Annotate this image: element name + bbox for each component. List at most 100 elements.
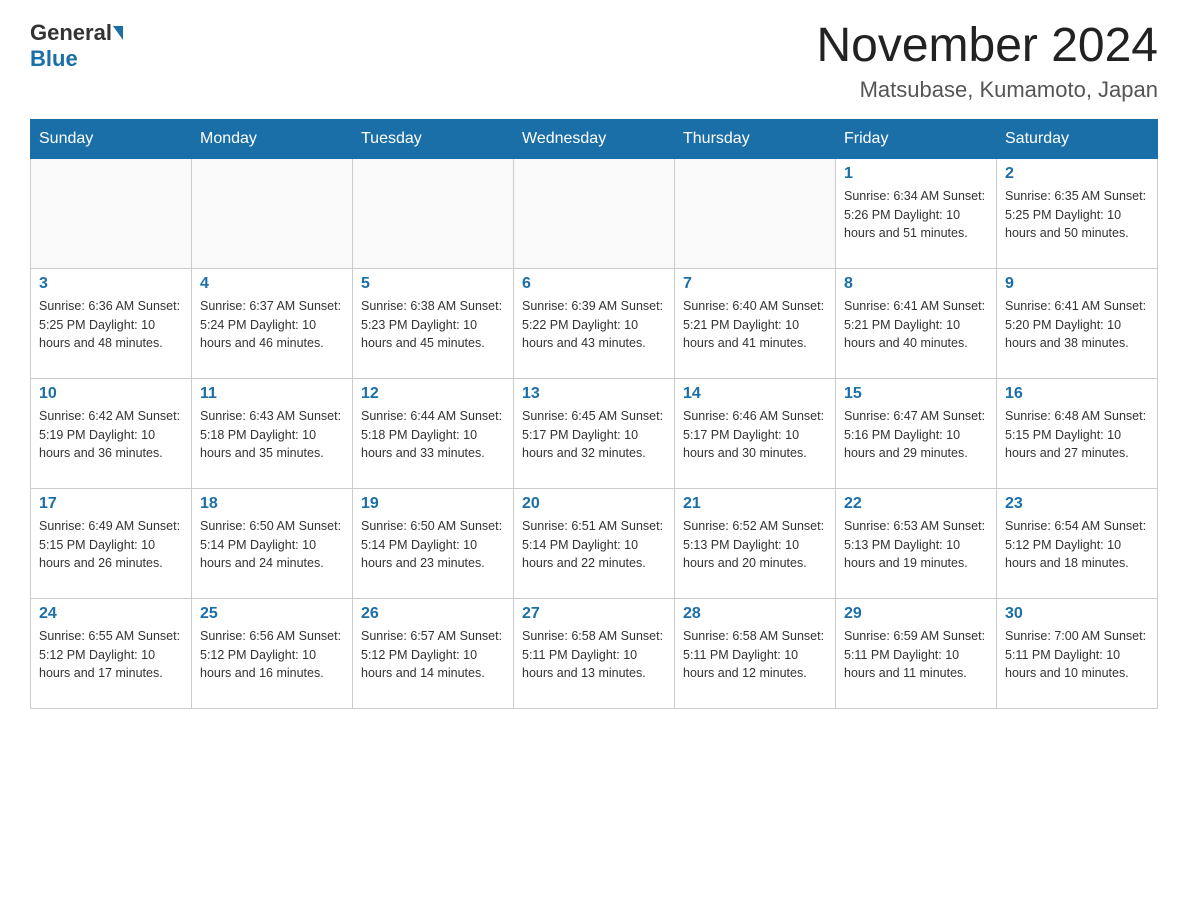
col-header-monday: Monday bbox=[192, 119, 353, 158]
day-cell: 13Sunrise: 6:45 AM Sunset: 5:17 PM Dayli… bbox=[514, 378, 675, 488]
day-cell: 15Sunrise: 6:47 AM Sunset: 5:16 PM Dayli… bbox=[836, 378, 997, 488]
day-number: 27 bbox=[522, 605, 666, 623]
location-text: Matsubase, Kumamoto, Japan bbox=[816, 77, 1158, 103]
day-number: 18 bbox=[200, 495, 344, 513]
week-row-1: 1 Sunrise: 6:34 AM Sunset: 5:26 PM Daylig… bbox=[31, 158, 1158, 268]
day-number: 10 bbox=[39, 385, 183, 403]
day-number: 29 bbox=[844, 605, 988, 623]
col-header-friday: Friday bbox=[836, 119, 997, 158]
day-cell: 1 Sunrise: 6:34 AM Sunset: 5:26 PM Daylig… bbox=[836, 158, 997, 268]
day-cell: 26 Sunrise: 6:57 AM Sunset: 5:12 PM Dayli… bbox=[353, 598, 514, 708]
day-info: Sunrise: 6:50 AM Sunset: 5:14 PM Dayligh… bbox=[200, 517, 344, 573]
day-info: Sunrise: 6:52 AM Sunset: 5:13 PM Dayligh… bbox=[683, 517, 827, 573]
day-info: Sunrise: 6:43 AM Sunset: 5:18 PM Dayligh… bbox=[200, 407, 344, 463]
col-header-tuesday: Tuesday bbox=[353, 119, 514, 158]
page-header: General Blue November 2024 Matsubase, Ku… bbox=[30, 20, 1158, 103]
day-number: 17 bbox=[39, 495, 183, 513]
day-cell bbox=[31, 158, 192, 268]
title-section: November 2024 Matsubase, Kumamoto, Japan bbox=[816, 20, 1158, 103]
day-info: Sunrise: 6:49 AM Sunset: 5:15 PM Dayligh… bbox=[39, 517, 183, 573]
day-number: 25 bbox=[200, 605, 344, 623]
day-number: 16 bbox=[1005, 385, 1149, 403]
day-info: Sunrise: 6:58 AM Sunset: 5:11 PM Dayligh… bbox=[683, 627, 827, 683]
day-info: Sunrise: 6:44 AM Sunset: 5:18 PM Dayligh… bbox=[361, 407, 505, 463]
day-number: 8 bbox=[844, 275, 988, 293]
day-cell: 22 Sunrise: 6:53 AM Sunset: 5:13 PM Dayli… bbox=[836, 488, 997, 598]
day-cell: 25Sunrise: 6:56 AM Sunset: 5:12 PM Dayli… bbox=[192, 598, 353, 708]
day-info: Sunrise: 6:37 AM Sunset: 5:24 PM Dayligh… bbox=[200, 297, 344, 353]
day-cell: 29 Sunrise: 6:59 AM Sunset: 5:11 PM Dayli… bbox=[836, 598, 997, 708]
day-number: 12 bbox=[361, 385, 505, 403]
calendar-header-row: SundayMondayTuesdayWednesdayThursdayFrid… bbox=[31, 119, 1158, 158]
day-cell: 17 Sunrise: 6:49 AM Sunset: 5:15 PM Dayli… bbox=[31, 488, 192, 598]
day-info: Sunrise: 6:45 AM Sunset: 5:17 PM Dayligh… bbox=[522, 407, 666, 463]
calendar-table: SundayMondayTuesdayWednesdayThursdayFrid… bbox=[30, 119, 1158, 709]
col-header-sunday: Sunday bbox=[31, 119, 192, 158]
week-row-5: 24Sunrise: 6:55 AM Sunset: 5:12 PM Dayli… bbox=[31, 598, 1158, 708]
day-cell: 6 Sunrise: 6:39 AM Sunset: 5:22 PM Daylig… bbox=[514, 268, 675, 378]
day-cell: 24Sunrise: 6:55 AM Sunset: 5:12 PM Dayli… bbox=[31, 598, 192, 708]
day-cell: 20Sunrise: 6:51 AM Sunset: 5:14 PM Dayli… bbox=[514, 488, 675, 598]
day-number: 28 bbox=[683, 605, 827, 623]
logo-arrow-icon bbox=[113, 26, 123, 40]
day-number: 6 bbox=[522, 275, 666, 293]
day-cell: 27 Sunrise: 6:58 AM Sunset: 5:11 PM Dayli… bbox=[514, 598, 675, 708]
day-number: 1 bbox=[844, 165, 988, 183]
day-number: 2 bbox=[1005, 165, 1149, 183]
day-number: 14 bbox=[683, 385, 827, 403]
day-cell bbox=[514, 158, 675, 268]
day-info: Sunrise: 6:58 AM Sunset: 5:11 PM Dayligh… bbox=[522, 627, 666, 683]
col-header-thursday: Thursday bbox=[675, 119, 836, 158]
week-row-2: 3Sunrise: 6:36 AM Sunset: 5:25 PM Daylig… bbox=[31, 268, 1158, 378]
day-cell: 4 Sunrise: 6:37 AM Sunset: 5:24 PM Daylig… bbox=[192, 268, 353, 378]
day-cell: 11 Sunrise: 6:43 AM Sunset: 5:18 PM Dayli… bbox=[192, 378, 353, 488]
col-header-wednesday: Wednesday bbox=[514, 119, 675, 158]
day-number: 26 bbox=[361, 605, 505, 623]
day-info: Sunrise: 6:35 AM Sunset: 5:25 PM Dayligh… bbox=[1005, 187, 1149, 243]
day-info: Sunrise: 6:50 AM Sunset: 5:14 PM Dayligh… bbox=[361, 517, 505, 573]
day-number: 11 bbox=[200, 385, 344, 403]
day-info: Sunrise: 6:59 AM Sunset: 5:11 PM Dayligh… bbox=[844, 627, 988, 683]
day-cell: 5 Sunrise: 6:38 AM Sunset: 5:23 PM Daylig… bbox=[353, 268, 514, 378]
logo-general-text: General bbox=[30, 20, 112, 46]
day-cell: 3Sunrise: 6:36 AM Sunset: 5:25 PM Daylig… bbox=[31, 268, 192, 378]
day-number: 19 bbox=[361, 495, 505, 513]
day-cell bbox=[192, 158, 353, 268]
day-number: 21 bbox=[683, 495, 827, 513]
day-number: 7 bbox=[683, 275, 827, 293]
week-row-4: 17 Sunrise: 6:49 AM Sunset: 5:15 PM Dayli… bbox=[31, 488, 1158, 598]
day-cell bbox=[675, 158, 836, 268]
day-info: Sunrise: 6:54 AM Sunset: 5:12 PM Dayligh… bbox=[1005, 517, 1149, 573]
day-info: Sunrise: 6:42 AM Sunset: 5:19 PM Dayligh… bbox=[39, 407, 183, 463]
logo-blue-text: Blue bbox=[30, 46, 78, 72]
day-cell: 28 Sunrise: 6:58 AM Sunset: 5:11 PM Dayli… bbox=[675, 598, 836, 708]
day-number: 22 bbox=[844, 495, 988, 513]
day-info: Sunrise: 6:48 AM Sunset: 5:15 PM Dayligh… bbox=[1005, 407, 1149, 463]
day-number: 3 bbox=[39, 275, 183, 293]
week-row-3: 10 Sunrise: 6:42 AM Sunset: 5:19 PM Dayli… bbox=[31, 378, 1158, 488]
day-number: 23 bbox=[1005, 495, 1149, 513]
day-info: Sunrise: 6:53 AM Sunset: 5:13 PM Dayligh… bbox=[844, 517, 988, 573]
day-number: 5 bbox=[361, 275, 505, 293]
day-number: 15 bbox=[844, 385, 988, 403]
day-info: Sunrise: 6:41 AM Sunset: 5:20 PM Dayligh… bbox=[1005, 297, 1149, 353]
day-cell: 14 Sunrise: 6:46 AM Sunset: 5:17 PM Dayli… bbox=[675, 378, 836, 488]
day-info: Sunrise: 6:38 AM Sunset: 5:23 PM Dayligh… bbox=[361, 297, 505, 353]
day-cell: 16 Sunrise: 6:48 AM Sunset: 5:15 PM Dayli… bbox=[997, 378, 1158, 488]
day-number: 9 bbox=[1005, 275, 1149, 293]
day-info: Sunrise: 6:46 AM Sunset: 5:17 PM Dayligh… bbox=[683, 407, 827, 463]
logo: General Blue bbox=[30, 20, 124, 72]
day-info: Sunrise: 6:34 AM Sunset: 5:26 PM Dayligh… bbox=[844, 187, 988, 243]
day-cell: 12 Sunrise: 6:44 AM Sunset: 5:18 PM Dayli… bbox=[353, 378, 514, 488]
day-cell: 8Sunrise: 6:41 AM Sunset: 5:21 PM Daylig… bbox=[836, 268, 997, 378]
month-title: November 2024 bbox=[816, 20, 1158, 73]
day-info: Sunrise: 6:39 AM Sunset: 5:22 PM Dayligh… bbox=[522, 297, 666, 353]
day-cell bbox=[353, 158, 514, 268]
day-cell: 18 Sunrise: 6:50 AM Sunset: 5:14 PM Dayli… bbox=[192, 488, 353, 598]
day-number: 30 bbox=[1005, 605, 1149, 623]
day-number: 20 bbox=[522, 495, 666, 513]
day-cell: 10 Sunrise: 6:42 AM Sunset: 5:19 PM Dayli… bbox=[31, 378, 192, 488]
day-number: 4 bbox=[200, 275, 344, 293]
day-info: Sunrise: 6:57 AM Sunset: 5:12 PM Dayligh… bbox=[361, 627, 505, 683]
day-cell: 7Sunrise: 6:40 AM Sunset: 5:21 PM Daylig… bbox=[675, 268, 836, 378]
